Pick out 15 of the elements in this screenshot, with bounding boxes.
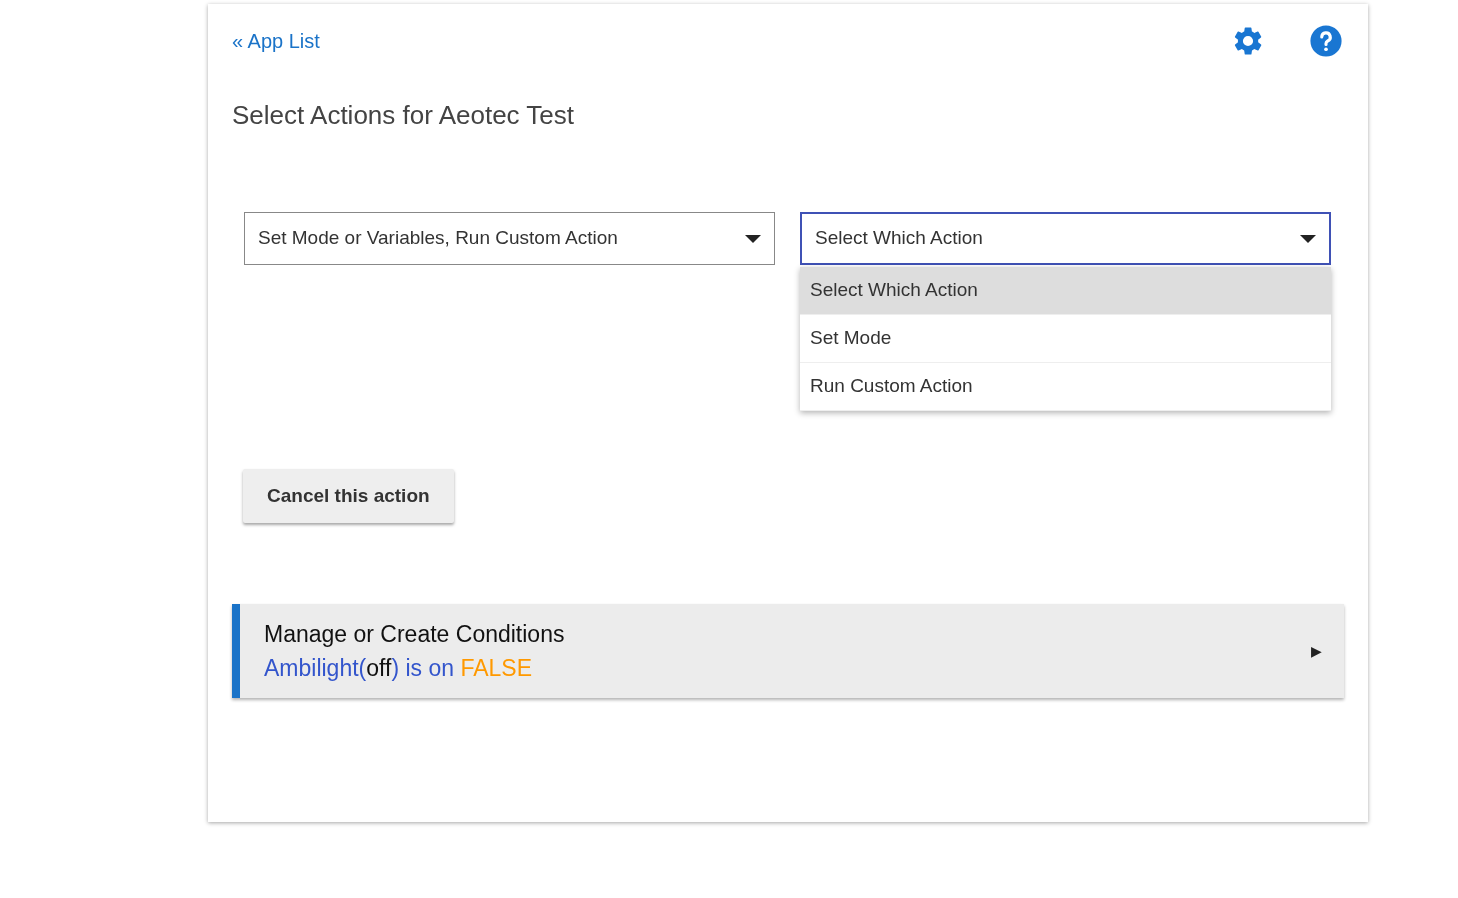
conditions-title: Manage or Create Conditions: [264, 619, 565, 649]
page-title: Select Actions for Aeotec Test: [232, 99, 576, 132]
dropdown-option[interactable]: Run Custom Action: [800, 363, 1331, 411]
caret-icon: [1300, 234, 1316, 243]
dropdown-option[interactable]: Select Which Action: [800, 267, 1331, 315]
cancel-button[interactable]: Cancel this action: [243, 469, 454, 523]
help-icon[interactable]: [1309, 24, 1343, 58]
caret-icon: [745, 234, 761, 243]
condition-summary: Ambilight(off) is on FALSE: [264, 654, 534, 683]
dropdown-select[interactable]: Select Which Action: [800, 212, 1331, 265]
dropdown-select[interactable]: Set Mode or Variables, Run Custom Action: [244, 212, 775, 265]
expand-arrow: ▶: [1311, 641, 1322, 661]
back-link[interactable]: « App List: [232, 26, 320, 56]
conditions-panel[interactable]: Manage or Create Conditions Ambilight(off) is on FALSE ▶: [232, 604, 1344, 698]
dropdown-option[interactable]: Set Mode: [800, 315, 1331, 363]
